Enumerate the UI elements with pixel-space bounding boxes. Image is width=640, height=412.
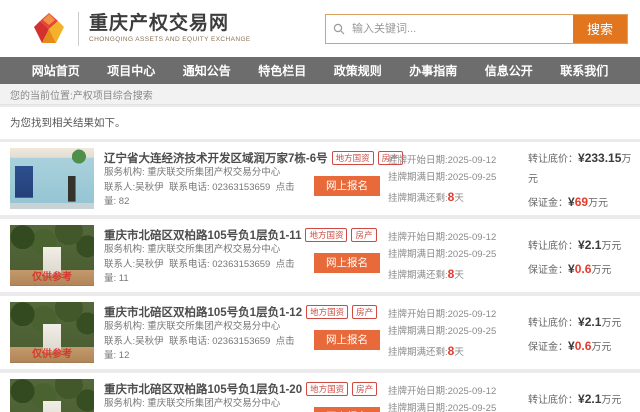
listing-price: 转让底价：¥233.15万元 [528,146,632,190]
thumbnail-photo [10,379,94,412]
listing-days-left: 挂牌期满还剩:8天 [388,341,516,362]
listing-row: 辽宁省大连经济技术开发区域润万家7栋-6号 地方国资房产 服务机构: 重庆联交所… [0,142,640,215]
nav-item-3[interactable]: 特色栏目 [258,62,306,79]
site-subtitle: CHONGQING ASSETS AND EQUITY EXCHANGE [89,36,251,43]
listing-dates: 挂牌开始日期:2025-09-12 挂牌期满日期:2025-09-25 挂牌期满… [388,149,516,207]
listing-days-left: 挂牌期满还剩:8天 [388,187,516,208]
listing-days-left: 挂牌期满还剩:8天 [388,264,516,285]
site-logo[interactable]: 重庆产权交易网 CHONGQING ASSETS AND EQUITY EXCH… [30,11,251,47]
listing-dates: 挂牌开始日期:2025-09-12 挂牌期满日期:2025-09-25 挂牌期满… [388,303,516,361]
listing-row: 仅供参考 重庆市北碚区双柏路105号负1层负1-20 地方国资房产 服务机构: … [0,373,640,412]
listing-row: 仅供参考 重庆市北碚区双柏路105号负1层负1-11 地方国资房产 服务机构: … [0,219,640,292]
search-input[interactable] [352,15,573,43]
thumbnail-photo [10,148,94,209]
nav-item-2[interactable]: 通知公告 [183,62,231,79]
listing-title[interactable]: 重庆市北碚区双柏路105号负1层负1-11 [104,227,301,243]
listing-start-date: 挂牌开始日期:2025-09-12 [388,230,516,247]
listing-thumbnail[interactable]: 仅供参考 [10,225,94,286]
listing-end-date: 挂牌期满日期:2025-09-25 [388,401,516,412]
listing-dates: 挂牌开始日期:2025-09-12 挂牌期满日期:2025-09-25 挂牌期满… [388,380,516,412]
listing-deposit: 保证金：¥0.6万元 [528,334,632,358]
listing-contact: 联系人:吴秋伊 联系电话: 02363153659 点击量: 11 [104,258,306,287]
listing-price: 转让底价：¥2.1万元 [528,310,632,334]
listing-info: 重庆市北碚区双柏路105号负1层负1-20 地方国资房产 服务机构: 重庆联交所… [94,379,306,412]
listing-prices: 转让底价：¥2.1万元 保证金：¥0.6万元 [516,231,632,281]
listing-info: 重庆市北碚区双柏路105号负1层负1-11 地方国资房产 服务机构: 重庆联交所… [94,225,306,286]
logo-divider [78,12,79,46]
apply-online-button[interactable]: 网上报名 [314,330,380,350]
listing-org: 服务机构: 重庆联交所集团产权交易分中心 [104,166,306,181]
apply-column: 网上报名 [306,316,388,350]
listing-price: 转让底价：¥2.1万元 [528,387,632,411]
search-bar: 搜索 [325,14,628,44]
listing-contact: 联系人:吴秋伊 联系电话: 02363153659 点击量: 12 [104,335,306,364]
nav-item-1[interactable]: 项目中心 [107,62,155,79]
search-icon [326,15,352,43]
listing-deposit: 保证金：¥0.6万元 [528,257,632,281]
main-nav: 网站首页 项目中心 通知公告 特色栏目 政策规则 办事指南 信息公开 联系我们 [0,57,640,84]
listing-end-date: 挂牌期满日期:2025-09-25 [388,170,516,187]
listing-deposit: 保证金：¥69万元 [528,190,632,214]
listing-start-date: 挂牌开始日期:2025-09-12 [388,307,516,324]
apply-column: 网上报名 [306,239,388,273]
search-button[interactable]: 搜索 [573,15,627,43]
listing-end-date: 挂牌期满日期:2025-09-25 [388,247,516,264]
apply-column: 网上报名 [306,393,388,412]
results-list: 辽宁省大连经济技术开发区域润万家7栋-6号 地方国资房产 服务机构: 重庆联交所… [0,142,640,412]
site-title: 重庆产权交易网 [89,14,251,35]
listing-row: 仅供参考 重庆市北碚区双柏路105号负1层负1-12 地方国资房产 服务机构: … [0,296,640,369]
listing-thumbnail[interactable]: 仅供参考 [10,302,94,363]
listing-prices: 转让底价：¥2.1万元 保证金：¥0.6万元 [516,308,632,358]
results-summary: 为您找到相关结果如下。 [0,107,640,139]
listing-contact: 联系人:吴秋伊 联系电话: 02363153659 点击量: 82 [104,181,306,210]
logo-diamond-icon [30,11,68,47]
listing-prices: 转让底价：¥2.1万元 保证金：¥0.6万元 [516,385,632,412]
nav-item-0[interactable]: 网站首页 [32,62,80,79]
listing-title[interactable]: 重庆市北碚区双柏路105号负1层负1-12 [104,304,302,320]
listing-dates: 挂牌开始日期:2025-09-12 挂牌期满日期:2025-09-25 挂牌期满… [388,226,516,284]
listing-start-date: 挂牌开始日期:2025-09-12 [388,384,516,401]
apply-online-button[interactable]: 网上报名 [314,407,380,412]
thumbnail-watermark: 仅供参考 [32,345,72,360]
breadcrumb: 您的当前位置:产权项目综合搜索 [0,84,640,105]
listing-org: 服务机构: 重庆联交所集团产权交易分中心 [104,320,306,335]
listing-thumbnail[interactable]: 仅供参考 [10,379,94,412]
apply-online-button[interactable]: 网上报名 [314,176,380,196]
apply-column: 网上报名 [306,162,388,196]
listing-title[interactable]: 辽宁省大连经济技术开发区域润万家7栋-6号 [104,150,328,166]
nav-item-5[interactable]: 办事指南 [409,62,457,79]
listing-end-date: 挂牌期满日期:2025-09-25 [388,324,516,341]
site-header: 重庆产权交易网 CHONGQING ASSETS AND EQUITY EXCH… [0,0,640,57]
nav-item-6[interactable]: 信息公开 [485,62,533,79]
listing-info: 重庆市北碚区双柏路105号负1层负1-12 地方国资房产 服务机构: 重庆联交所… [94,302,306,363]
apply-online-button[interactable]: 网上报名 [314,253,380,273]
thumbnail-watermark: 仅供参考 [32,268,72,283]
listing-title[interactable]: 重庆市北碚区双柏路105号负1层负1-20 [104,381,302,397]
nav-item-4[interactable]: 政策规则 [334,62,382,79]
listing-thumbnail[interactable] [10,148,94,209]
listing-org: 服务机构: 重庆联交所集团产权交易分中心 [104,243,306,258]
listing-org: 服务机构: 重庆联交所集团产权交易分中心 [104,397,306,412]
listing-start-date: 挂牌开始日期:2025-09-12 [388,153,516,170]
nav-item-7[interactable]: 联系我们 [560,62,608,79]
listing-info: 辽宁省大连经济技术开发区域润万家7栋-6号 地方国资房产 服务机构: 重庆联交所… [94,148,306,209]
listing-price: 转让底价：¥2.1万元 [528,233,632,257]
listing-prices: 转让底价：¥233.15万元 保证金：¥69万元 [516,144,632,214]
